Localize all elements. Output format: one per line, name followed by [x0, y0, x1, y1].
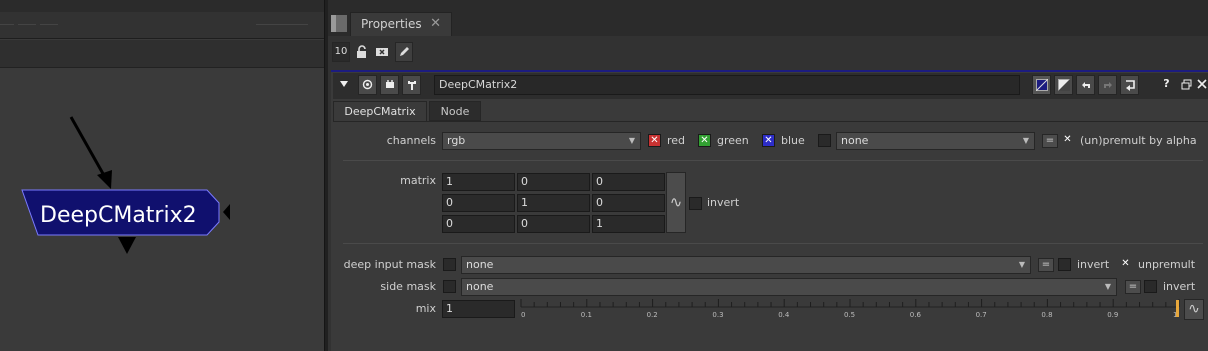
channels-value: rgb — [447, 134, 466, 147]
premult-equals-button[interactable]: = — [1042, 134, 1058, 148]
green-label: green — [717, 134, 749, 147]
wrench-icon[interactable] — [402, 75, 421, 95]
fourth-channel-dropdown[interactable]: none ▼ — [836, 132, 1035, 150]
input-pipe-icon[interactable] — [380, 75, 399, 95]
node-graph-canvas[interactable]: DeepCMatrix2 — [0, 100, 324, 260]
close-panel-icon[interactable] — [1196, 75, 1208, 95]
slider-tick-label: 0.3 — [712, 311, 723, 319]
fourth-channel-value: none — [841, 134, 869, 147]
premult-label: (un)premult by alpha — [1080, 134, 1197, 147]
divider — [343, 243, 1203, 244]
matrix-label: matrix — [400, 174, 436, 187]
float-panel-icon[interactable] — [1177, 75, 1196, 95]
chevron-down-icon: ▼ — [628, 136, 635, 145]
lock-icon[interactable] — [353, 42, 371, 62]
deep-input-mask-label: deep input mask — [343, 258, 436, 271]
mix-curve-icon[interactable]: ∿ — [1184, 299, 1204, 320]
deep-input-mask-value: none — [466, 258, 494, 271]
collapse-icon[interactable] — [335, 75, 353, 95]
side-mask-equals-button[interactable]: = — [1125, 280, 1141, 294]
deepcmatrix-node[interactable]: DeepCMatrix2 — [21, 189, 220, 236]
slider-tick-label: 0.1 — [581, 311, 592, 319]
unpremult-label: unpremult — [1138, 258, 1196, 271]
clear-panels-icon[interactable] — [373, 42, 391, 62]
side-mask-checkbox[interactable] — [443, 280, 456, 293]
slider-handle[interactable] — [1176, 300, 1179, 317]
matrix-cell-0-0[interactable]: 1 — [442, 173, 515, 191]
mix-field[interactable]: 1 — [442, 300, 515, 318]
premult-checkbox[interactable]: ✕ — [1061, 134, 1074, 147]
side-mask-invert-checkbox[interactable] — [1144, 280, 1157, 293]
redo-icon[interactable] — [1098, 75, 1117, 95]
blue-checkbox[interactable]: ✕ — [762, 134, 775, 147]
matrix-cell-2-0[interactable]: 0 — [442, 215, 515, 233]
matrix-cell-2-1[interactable]: 0 — [517, 215, 590, 233]
deep-mask-invert-checkbox[interactable] — [1058, 258, 1071, 271]
slider-tick-label: 0.8 — [1041, 311, 1052, 319]
matrix-cell-1-0[interactable]: 0 — [442, 194, 515, 212]
panel-handle-icon[interactable] — [331, 15, 347, 32]
node-graph-header — [0, 40, 324, 68]
node-graph-toolbar — [0, 12, 324, 39]
channels-label: channels — [386, 134, 436, 147]
mix-slider[interactable]: 0 0.1 0.2 0.3 0.4 0.5 0.6 0.7 0.8 0.9 1 — [518, 298, 1182, 320]
slider-tick-label: 0.4 — [778, 311, 790, 319]
deep-input-mask-dropdown[interactable]: none ▼ — [461, 256, 1031, 274]
slider-tick-label: 0 — [521, 311, 525, 319]
properties-topbar — [328, 0, 1208, 12]
node-name-field[interactable]: DeepCMatrix2 — [434, 75, 1020, 95]
deep-mask-invert-label: invert — [1077, 258, 1110, 271]
revert-icon[interactable] — [1120, 75, 1139, 95]
side-mask-label: side mask — [380, 280, 436, 293]
chevron-down-icon: ▼ — [1018, 260, 1025, 269]
gl-color-icon[interactable] — [1054, 75, 1073, 95]
matrix-cell-1-1[interactable]: 1 — [517, 194, 590, 212]
output-arrow-icon — [118, 237, 136, 254]
divider — [343, 160, 1203, 161]
tab-properties-label: Properties — [361, 17, 422, 31]
deep-mask-equals-button[interactable]: = — [1038, 258, 1054, 272]
blue-label: blue — [781, 134, 805, 147]
center-node-icon[interactable] — [358, 75, 377, 95]
unpremult-checkbox[interactable]: ✕ — [1119, 258, 1132, 271]
chevron-down-icon: ▼ — [1022, 136, 1029, 145]
slider-tick-label: 0.6 — [910, 311, 922, 319]
matrix-cell-2-2[interactable]: 1 — [592, 215, 665, 233]
side-mask-value: none — [466, 280, 494, 293]
tab-properties[interactable]: Properties ✕ — [350, 12, 452, 36]
red-label: red — [667, 134, 686, 147]
matrix-cell-0-1[interactable]: 0 — [517, 173, 590, 191]
subtab-node[interactable]: Node — [429, 101, 481, 121]
curve-editor-icon[interactable]: ∿ — [666, 172, 686, 233]
mix-label: mix — [415, 302, 436, 315]
node-color-icon[interactable] — [1032, 75, 1051, 95]
input-arrow-icon — [69, 116, 112, 189]
subtab-deepcmatrix[interactable]: DeepCMatrix — [333, 101, 427, 122]
node-label: DeepCMatrix2 — [40, 203, 197, 228]
side-mask-dropdown[interactable]: none ▼ — [461, 278, 1117, 296]
slider-tick-label: 0.5 — [844, 311, 855, 319]
slider-tick-label: 0.2 — [647, 311, 658, 319]
slider-tick-label: 0.9 — [1107, 311, 1118, 319]
matrix-invert-checkbox[interactable] — [689, 197, 702, 210]
fourth-channel-checkbox[interactable] — [818, 134, 831, 147]
matrix-cell-1-2[interactable]: 0 — [592, 194, 665, 212]
deep-input-mask-checkbox[interactable] — [443, 258, 456, 271]
node-graph-topbar — [0, 0, 324, 12]
help-icon[interactable]: ? — [1157, 75, 1176, 95]
properties-tabbar — [328, 12, 1208, 36]
slider-tick-label: 0.7 — [976, 311, 987, 319]
side-mask-invert-label: invert — [1163, 280, 1196, 293]
matrix-cell-0-2[interactable]: 0 — [592, 173, 665, 191]
red-checkbox[interactable]: ✕ — [648, 134, 661, 147]
max-panels-field[interactable]: 10 — [332, 42, 350, 62]
mask-input-arrow-icon — [223, 204, 230, 220]
green-checkbox[interactable]: ✕ — [698, 134, 711, 147]
undo-icon[interactable] — [1076, 75, 1095, 95]
edit-pencil-icon[interactable] — [395, 42, 413, 62]
channels-dropdown[interactable]: rgb ▼ — [442, 132, 641, 150]
tab-close-icon[interactable]: ✕ — [430, 13, 441, 35]
chevron-down-icon: ▼ — [1104, 282, 1111, 291]
matrix-invert-label: invert — [707, 196, 740, 209]
